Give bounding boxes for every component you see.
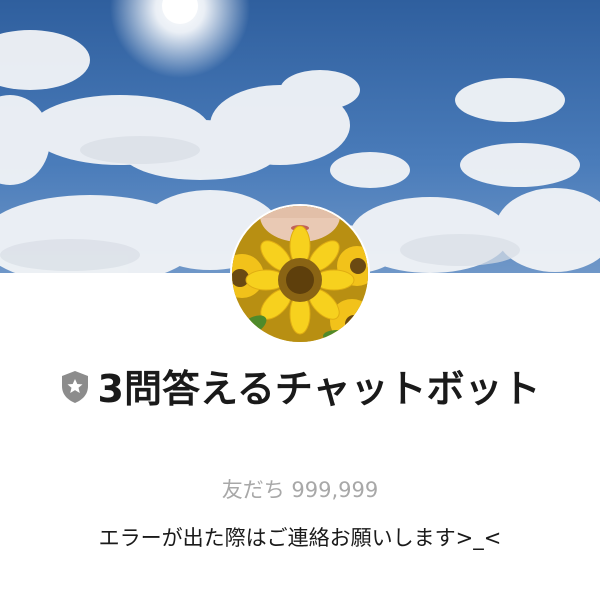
profile-avatar[interactable] (230, 204, 370, 344)
profile-page: 3問答えるチャットボット 友だち 999,999 エラーが出た際はご連絡お願いし… (0, 0, 600, 600)
friends-count: 999,999 (291, 478, 379, 502)
profile-name: 3問答えるチャットボット (97, 367, 541, 411)
profile-name-row: 3問答えるチャットボット (30, 364, 570, 414)
friends-label: 友だち (221, 478, 285, 502)
status-message: エラーが出た際はご連絡お願いします>_< (98, 526, 502, 550)
shield-star-icon (61, 371, 88, 403)
friends-count-row[interactable]: 友だち 999,999 (0, 474, 600, 504)
